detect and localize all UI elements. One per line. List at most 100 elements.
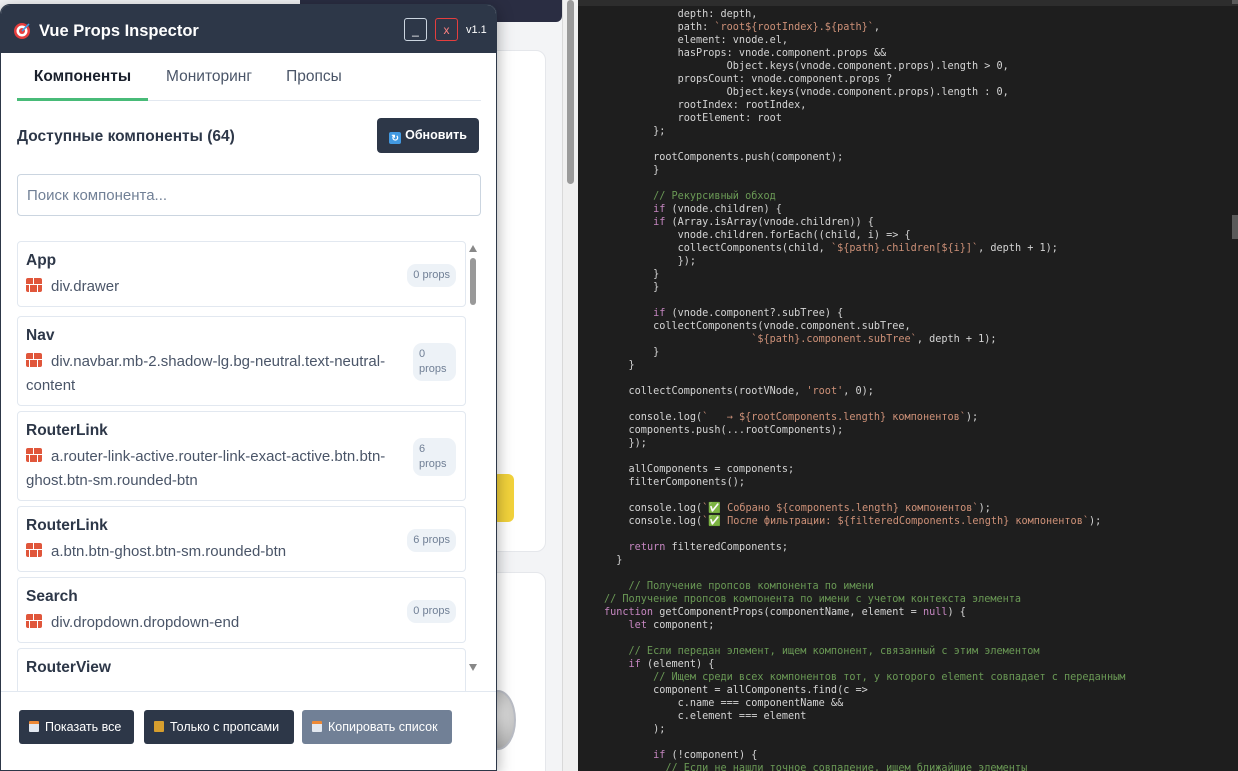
code-line: hasProps: vnode.component.props && — [604, 48, 887, 59]
component-name: RouterView — [26, 659, 111, 676]
list-item[interactable]: Search div.dropdown.dropdown-end 0 props — [17, 577, 466, 643]
brick-icon — [26, 278, 42, 292]
code-line: Object.keys(vnode.component.props).lengt… — [604, 61, 1009, 72]
code-line: rootComponents.push(component); — [604, 152, 844, 163]
code-line: console.log(`✅ После фильтрации: ${filte… — [604, 516, 1102, 527]
show-all-button[interactable]: Показать все — [19, 710, 134, 744]
code-line: } — [604, 282, 660, 293]
code-line: vnode.children.forEach((child, i) => { — [604, 230, 911, 241]
clipboard-icon — [29, 721, 39, 732]
minimize-button[interactable]: _ — [404, 18, 427, 41]
editor-toolbar — [578, 0, 1238, 6]
copy-list-button[interactable]: Копировать список — [302, 710, 452, 744]
refresh-icon: ↻ — [389, 131, 402, 144]
props-inspector-panel: Vue Props Inspector _ x v1.1 Компоненты … — [0, 4, 497, 771]
code-line: if (vnode.children) { — [653, 204, 782, 215]
code-line: } — [604, 165, 660, 176]
brick-icon — [26, 543, 42, 557]
code-line: collectComponents(vnode.component.subTre… — [604, 321, 911, 332]
component-list-scrollbar[interactable] — [468, 243, 478, 673]
code-line: rootElement: root — [604, 113, 782, 124]
props-count-badge: 0 props — [407, 264, 456, 287]
list-item[interactable]: RouterLink a.btn.btn-ghost.btn-sm.rounde… — [17, 506, 466, 572]
panel-footer: Показать все Только с пропсами Копироват… — [1, 691, 496, 770]
code-line: // Ищем среди всех компонентов тот, у ко… — [604, 672, 1126, 683]
component-list[interactable]: App div.drawer 0 props Nav div.navbar.mb… — [17, 241, 467, 691]
component-name: Search — [26, 588, 78, 605]
code-content[interactable]: depth: depth, path: `root${rootIndex}.${… — [604, 8, 1125, 771]
with-props-button[interactable]: Только с пропсами — [144, 710, 294, 744]
close-button[interactable]: x — [435, 18, 458, 41]
page-scrollbar-thumb[interactable] — [567, 0, 574, 184]
code-line: rootIndex: rootIndex, — [604, 100, 807, 111]
code-line: Object.keys(vnode.component.props).lengt… — [604, 87, 1009, 98]
component-element: div.navbar.mb-2.shadow-lg.bg-neutral.tex… — [26, 353, 386, 394]
code-line: components.push(...rootComponents); — [604, 425, 844, 436]
code-line: // Получение пропсов компонента по имени… — [604, 594, 1022, 605]
code-line: collectComponents(child, `${path}.childr… — [604, 243, 1058, 254]
code-line: if (element) { — [628, 659, 715, 670]
code-line: function getComponentProps(componentName… — [604, 607, 966, 618]
panel-title: Vue Props Inspector — [39, 22, 199, 40]
clipboard-icon — [312, 721, 322, 732]
code-line: console.log(`✅ Собрано ${components.leng… — [604, 503, 991, 514]
props-count-badge: 0 props — [413, 343, 456, 381]
panel-header[interactable]: Vue Props Inspector _ x v1.1 — [1, 5, 496, 53]
refresh-button[interactable]: ↻ Обновить — [377, 118, 479, 153]
version-label: v1.1 — [466, 24, 487, 36]
code-line: // Получение пропсов компонента по имени — [604, 581, 874, 592]
brick-icon — [26, 353, 42, 367]
code-line: depth: depth, — [604, 9, 758, 20]
component-name: App — [26, 252, 57, 269]
code-line: filterComponents(); — [604, 477, 746, 488]
tab-components[interactable]: Компоненты — [17, 53, 148, 101]
component-search-input[interactable] — [17, 174, 481, 216]
code-line: // Если передан элемент, ищем компонент,… — [604, 646, 1040, 657]
list-item[interactable]: Nav div.navbar.mb-2.shadow-lg.bg-neutral… — [17, 316, 466, 406]
tab-props[interactable]: Пропсы — [270, 53, 358, 101]
tab-monitoring[interactable]: Мониторинг — [148, 53, 270, 101]
list-item[interactable]: RouterLink a.router-link-active.router-l… — [17, 411, 466, 501]
code-line: }); — [604, 438, 647, 449]
scroll-down-arrow-icon[interactable] — [469, 664, 477, 671]
component-name: Nav — [26, 327, 55, 344]
editor-scrollbar-thumb[interactable] — [1232, 215, 1238, 239]
component-name: RouterLink — [26, 422, 108, 439]
code-line: } — [604, 269, 660, 280]
code-line: ); — [604, 724, 666, 735]
editor-scrollbar-marker — [1232, 0, 1238, 4]
component-name: RouterLink — [26, 517, 108, 534]
list-item[interactable]: App div.drawer 0 props — [17, 241, 466, 307]
code-line: // Если не нашли точное совпадение, ищем… — [604, 763, 1028, 771]
code-line: console.log(` → ${rootComponents.length}… — [604, 412, 979, 423]
refresh-label: Обновить — [405, 127, 467, 142]
code-line: if (!component) { — [653, 750, 758, 761]
target-icon — [14, 23, 30, 39]
component-element: div.dropdown.dropdown-end — [26, 611, 418, 635]
code-line: if (Array.isArray(vnode.children)) { — [653, 217, 874, 228]
code-line: }); — [604, 256, 697, 267]
code-line: collectComponents(rootVNode, 'root', 0); — [604, 386, 874, 397]
list-item[interactable]: RouterView — [17, 648, 466, 691]
props-count-badge: 0 props — [407, 600, 456, 623]
component-element: div.drawer — [26, 275, 418, 299]
scrollbar-thumb[interactable] — [470, 258, 476, 305]
tab-bar: Компоненты Мониторинг Пропсы — [17, 53, 481, 101]
props-count-badge: 6 props — [407, 529, 456, 552]
code-editor[interactable]: depth: depth, path: `root${rootIndex}.${… — [578, 0, 1238, 771]
component-element: a.router-link-active.router-link-exact-a… — [26, 448, 386, 489]
brick-icon — [26, 448, 42, 462]
code-line: return filteredComponents; — [628, 542, 789, 553]
code-line: let component; — [628, 620, 715, 631]
props-count-badge: 6 props — [413, 438, 456, 476]
code-line: `${path}.component.subTree`, depth + 1); — [751, 334, 997, 345]
scroll-up-arrow-icon[interactable] — [469, 245, 477, 252]
